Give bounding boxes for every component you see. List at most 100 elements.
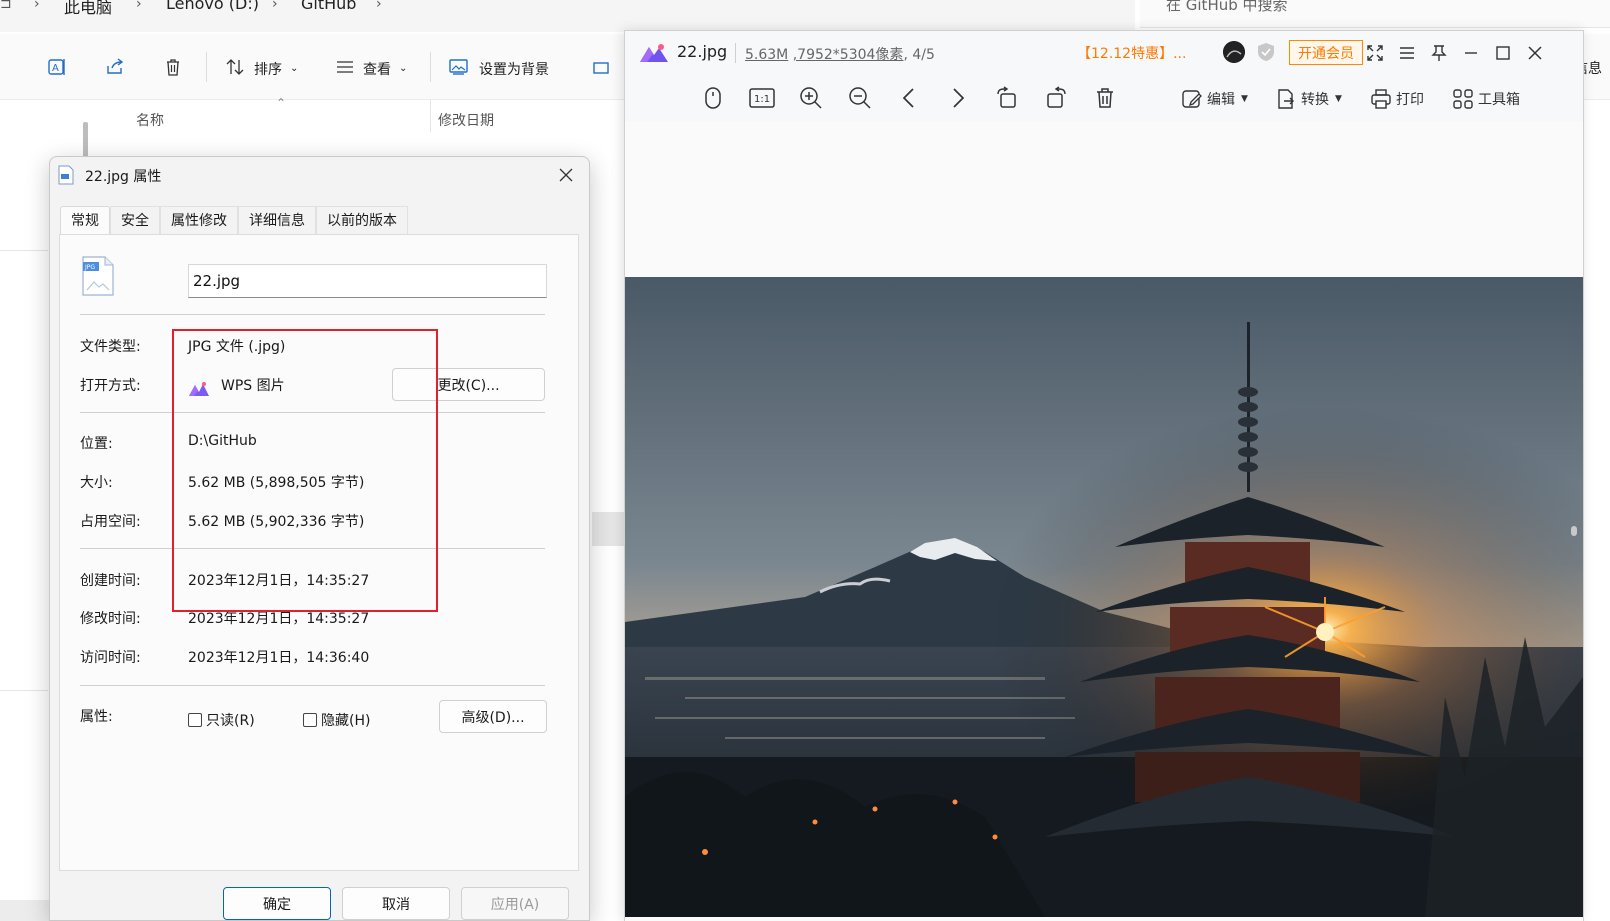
rotate-right-button[interactable] bbox=[1043, 85, 1069, 111]
set-background-button[interactable]: 设置为背景 bbox=[479, 59, 549, 79]
wps-picture-logo-icon bbox=[640, 44, 668, 62]
search-box[interactable]: 在 GitHub 中搜索 bbox=[1140, 0, 1610, 28]
viewer-close-button[interactable] bbox=[1523, 41, 1547, 65]
chevron-right-icon: › bbox=[272, 0, 278, 12]
tab-security[interactable]: 安全 bbox=[110, 206, 160, 234]
change-open-with-button[interactable]: 更改(C)... bbox=[392, 368, 545, 401]
zoom-out-button[interactable] bbox=[847, 85, 873, 111]
maximize-button[interactable] bbox=[1491, 41, 1515, 65]
search-placeholder: 在 GitHub 中搜索 bbox=[1166, 0, 1288, 14]
promo-link[interactable]: 【12.12特惠】... bbox=[1077, 43, 1186, 63]
convert-icon bbox=[1278, 89, 1294, 109]
disk-size-value: 5.62 MB (5,902,336 字节) bbox=[188, 514, 365, 530]
dimensions-link[interactable]: ,7952*5304像素 bbox=[793, 47, 904, 63]
column-name-header[interactable]: 名称 bbox=[136, 110, 164, 130]
view-button[interactable]: 查看 bbox=[363, 59, 391, 79]
dialog-title: 22.jpg 属性 bbox=[85, 169, 162, 185]
viewer-titlebar[interactable]: 22.jpg 5.63M ,7952*5304像素, 4/5 【12.12特惠】… bbox=[625, 31, 1583, 75]
rotate-left-button[interactable] bbox=[994, 85, 1020, 111]
hidden-checkbox[interactable]: 隐藏(H) bbox=[303, 710, 370, 730]
convert-menu-button[interactable]: 转换 ▼ bbox=[1275, 87, 1342, 111]
delete-image-button[interactable] bbox=[1092, 85, 1118, 111]
divider bbox=[80, 412, 545, 413]
open-membership-button[interactable]: 开通会员 bbox=[1289, 40, 1363, 65]
checkbox-box[interactable] bbox=[303, 713, 317, 727]
checkbox-box[interactable] bbox=[188, 713, 202, 727]
address-bar[interactable]: ⊐ › 此电脑 › Lenovo (D:) › GitHub › bbox=[0, 0, 1135, 32]
toolbar-divider bbox=[430, 52, 431, 82]
tab-attribute-edit[interactable]: 属性修改 bbox=[160, 206, 238, 234]
nav-pane-divider bbox=[0, 250, 48, 251]
computer-icon: ⊐ bbox=[0, 0, 12, 12]
user-avatar[interactable] bbox=[1223, 41, 1245, 63]
zoom-in-icon bbox=[800, 87, 822, 109]
general-tab-panel: JPG 文件类型: JPG 文件 (.jpg) 打开方式: WPS 图片 更改(… bbox=[59, 234, 579, 871]
side-handle[interactable] bbox=[1571, 526, 1577, 536]
apply-button[interactable]: 应用(A) bbox=[461, 887, 569, 920]
status-bar bbox=[0, 900, 52, 921]
disk-size-label: 占用空间: bbox=[80, 514, 141, 530]
svg-text:JPG: JPG bbox=[84, 264, 95, 271]
menu-button[interactable] bbox=[1395, 41, 1419, 65]
caret-down-icon: ▼ bbox=[1335, 94, 1342, 104]
ok-button[interactable]: 确定 bbox=[223, 887, 331, 920]
edit-menu-button[interactable]: 编辑 ▼ bbox=[1181, 87, 1248, 111]
rotate-icon[interactable] bbox=[590, 56, 612, 78]
image-position: , 4/5 bbox=[903, 47, 935, 63]
hidden-checkbox-label: 隐藏(H) bbox=[321, 713, 371, 729]
zoom-in-button[interactable] bbox=[798, 85, 824, 111]
member-badge-icon[interactable] bbox=[1255, 41, 1277, 63]
properties-dialog: 22.jpg 属性 常规 安全 属性修改 详细信息 以前的版本 JPG 文件类型… bbox=[49, 156, 590, 921]
toolbox-button[interactable]: 工具箱 bbox=[1452, 87, 1520, 111]
accessed-label: 访问时间: bbox=[80, 650, 141, 666]
column-modified-header[interactable]: 修改日期 bbox=[438, 110, 494, 130]
chevron-right-icon bbox=[953, 88, 965, 108]
dialog-titlebar[interactable]: 22.jpg 属性 bbox=[50, 157, 589, 193]
mouse-icon bbox=[705, 87, 721, 109]
fullscreen-button[interactable] bbox=[1363, 41, 1387, 65]
close-button[interactable] bbox=[551, 160, 581, 190]
sort-button[interactable]: 排序 bbox=[254, 59, 282, 79]
printer-icon bbox=[1371, 89, 1391, 109]
tab-details[interactable]: 详细信息 bbox=[238, 206, 316, 234]
set-background-icon[interactable] bbox=[448, 56, 470, 78]
sort-icon[interactable] bbox=[224, 56, 246, 78]
minimize-button[interactable] bbox=[1459, 41, 1483, 65]
actual-size-button[interactable]: 1:1 bbox=[749, 85, 775, 111]
print-button[interactable]: 打印 bbox=[1370, 87, 1424, 111]
tab-previous-versions[interactable]: 以前的版本 bbox=[316, 206, 408, 234]
breadcrumb-drive[interactable]: Lenovo (D:) bbox=[166, 0, 259, 13]
one-to-one-icon: 1:1 bbox=[749, 88, 775, 108]
mouse-mode-button[interactable] bbox=[700, 85, 726, 111]
location-label: 位置: bbox=[80, 436, 113, 452]
pin-icon bbox=[1431, 45, 1447, 61]
toolbar-divider bbox=[206, 52, 207, 82]
view-icon[interactable] bbox=[334, 56, 356, 78]
breadcrumb-this-pc[interactable]: 此电脑 bbox=[64, 0, 112, 18]
divider bbox=[80, 314, 545, 315]
delete-icon[interactable] bbox=[162, 56, 184, 78]
advanced-button[interactable]: 高级(D)... bbox=[439, 700, 547, 733]
tab-general[interactable]: 常规 bbox=[60, 206, 110, 236]
filename-field[interactable] bbox=[188, 264, 547, 298]
fullscreen-icon bbox=[1367, 45, 1383, 61]
readonly-checkbox[interactable]: 只读(R) bbox=[188, 710, 255, 730]
viewer-filename: 22.jpg bbox=[677, 42, 728, 61]
previous-image-button[interactable] bbox=[896, 85, 922, 111]
share-icon[interactable] bbox=[104, 56, 126, 78]
cancel-button[interactable]: 取消 bbox=[342, 887, 450, 920]
edit-icon bbox=[1182, 90, 1202, 108]
accessed-value: 2023年12月1日，14:36:40 bbox=[188, 650, 370, 666]
breadcrumb-folder[interactable]: GitHub bbox=[301, 0, 356, 13]
pin-button[interactable] bbox=[1427, 41, 1451, 65]
next-image-button[interactable] bbox=[945, 85, 971, 111]
chevron-right-icon: › bbox=[376, 0, 382, 12]
size-label: 大小: bbox=[80, 475, 113, 491]
chevron-right-icon: › bbox=[136, 0, 142, 12]
svg-text:1:1: 1:1 bbox=[754, 94, 770, 105]
image-canvas[interactable] bbox=[625, 121, 1583, 921]
file-size-link[interactable]: 5.63M bbox=[745, 47, 788, 63]
file-type-label: 文件类型: bbox=[80, 339, 141, 355]
rename-icon[interactable]: A bbox=[46, 56, 68, 78]
attributes-label: 属性: bbox=[80, 709, 113, 725]
